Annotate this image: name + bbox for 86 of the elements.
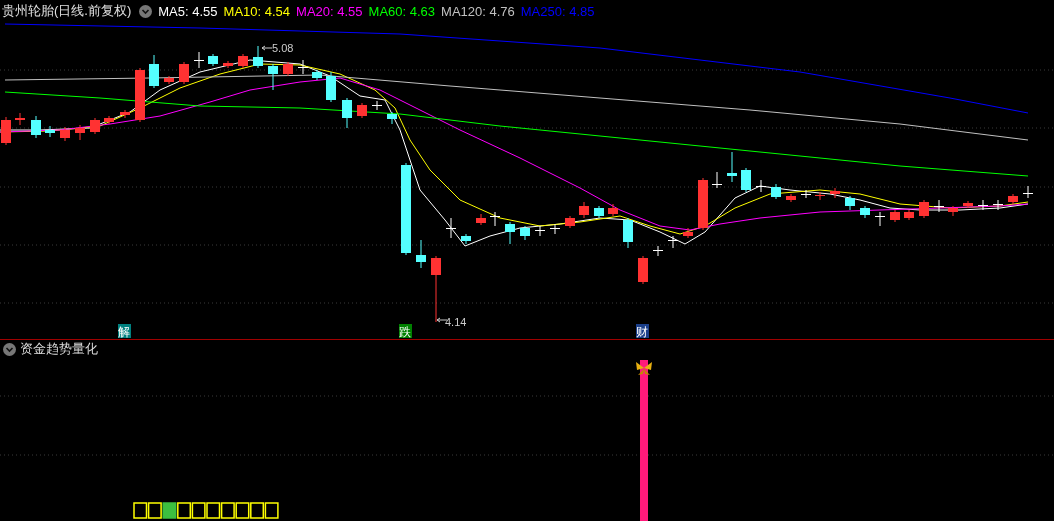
candlestick xyxy=(727,151,737,183)
candlestick xyxy=(104,115,114,125)
candlestick xyxy=(416,239,426,269)
moving-average-label: MA120: 4.76 xyxy=(441,3,515,19)
candlestick xyxy=(698,177,708,231)
candlestick xyxy=(919,199,929,219)
chevron-down-icon[interactable] xyxy=(139,4,153,18)
candlestick xyxy=(550,223,560,235)
candlestick xyxy=(786,193,796,203)
candlestick xyxy=(208,53,218,67)
moving-average-label: MA5: 4.55 xyxy=(158,3,218,19)
signal-marker: 解 xyxy=(118,324,131,339)
candlestick xyxy=(608,203,618,217)
candlestick xyxy=(149,54,159,89)
candlestick xyxy=(978,199,988,211)
candlestick xyxy=(653,245,663,257)
candlestick xyxy=(505,221,515,245)
candlestick xyxy=(860,205,870,219)
candlestick xyxy=(223,60,233,69)
candlestick xyxy=(1008,193,1018,205)
chevron-down-icon[interactable] xyxy=(3,342,16,356)
candlestick xyxy=(431,255,441,323)
candlestick xyxy=(120,109,130,119)
candlestick xyxy=(771,183,781,200)
indicator-title: 资金趋势量化 xyxy=(20,340,98,358)
candlestick xyxy=(312,69,322,81)
candlestick xyxy=(164,75,174,85)
candlestick xyxy=(15,112,25,126)
candlestick xyxy=(238,53,248,69)
candlestick xyxy=(594,205,604,219)
candlestick xyxy=(342,97,352,129)
candlestick xyxy=(668,235,678,249)
candlestick xyxy=(934,199,944,213)
candlestick xyxy=(253,45,263,69)
moving-average-label: MA250: 4.85 xyxy=(520,3,595,19)
signal-marker: 财 xyxy=(636,324,649,339)
candlestick xyxy=(638,255,648,285)
candlestick xyxy=(815,191,825,201)
moving-average-label: MA20: 4.55 xyxy=(296,3,363,19)
moving-average-label: MA10: 4.54 xyxy=(223,3,291,19)
candlestick xyxy=(75,124,85,141)
signal-marker: 跌 xyxy=(399,324,412,339)
butterfly-icon xyxy=(636,362,652,375)
candlestick xyxy=(283,61,293,77)
candlestick xyxy=(372,100,382,111)
leader-line xyxy=(261,45,273,51)
candlestick xyxy=(268,63,278,91)
candlestick xyxy=(565,215,575,229)
candlestick xyxy=(1,116,11,146)
stock-title: 贵州轮胎(日线.前复权) xyxy=(2,2,132,20)
candlestick xyxy=(1023,185,1033,199)
candlestick xyxy=(756,179,766,193)
candlestick xyxy=(535,225,545,237)
candlestick xyxy=(135,67,145,123)
candlestick xyxy=(520,225,530,241)
candlestick xyxy=(948,205,958,217)
candlestick xyxy=(60,126,70,142)
candlestick xyxy=(490,211,500,227)
candlestick xyxy=(963,200,973,209)
candlestick xyxy=(623,217,633,249)
candlestick xyxy=(357,102,367,119)
candlestick xyxy=(461,233,471,245)
candlestick xyxy=(830,187,840,199)
candlestick xyxy=(579,201,589,219)
candlestick xyxy=(741,167,751,193)
moving-average-label: MA60: 4.63 xyxy=(368,3,436,19)
price-label: 4.14 xyxy=(445,316,467,328)
candlestick xyxy=(875,211,885,227)
candlestick xyxy=(446,217,456,239)
candlestick xyxy=(179,61,189,85)
candlestick xyxy=(45,125,55,138)
candlestick xyxy=(712,171,722,189)
candlestick xyxy=(845,195,855,211)
candlestick xyxy=(298,59,308,75)
candlestick xyxy=(194,51,204,69)
candlestick xyxy=(326,71,336,103)
candlestick xyxy=(801,189,811,199)
candlestick xyxy=(904,209,914,221)
candlestick xyxy=(476,213,486,226)
candlestick xyxy=(90,117,100,135)
candlestick xyxy=(993,199,1003,211)
price-label: 5.08 xyxy=(272,42,294,54)
candlestick xyxy=(31,115,41,139)
candlestick xyxy=(890,209,900,223)
candlestick xyxy=(387,111,397,125)
candlestick xyxy=(683,227,693,239)
